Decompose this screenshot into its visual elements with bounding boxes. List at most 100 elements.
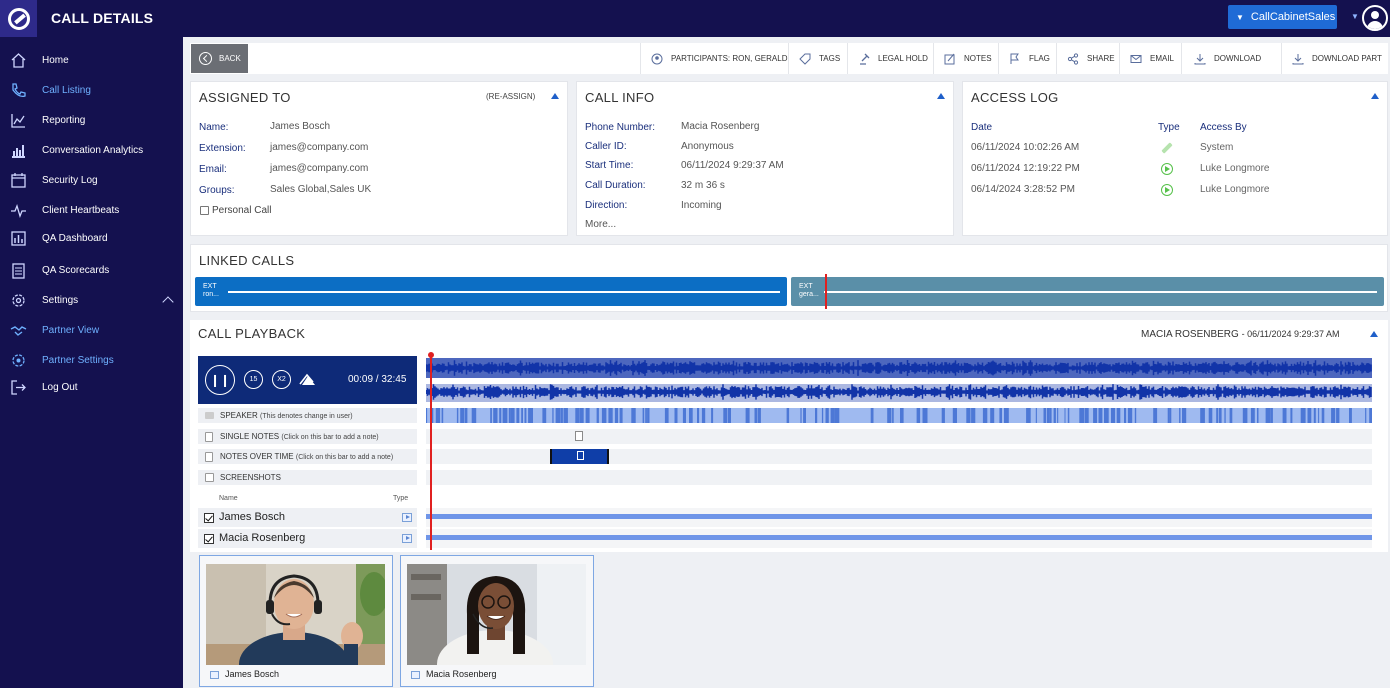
legal-hold-button[interactable]: LEGAL HOLD	[847, 43, 933, 74]
sidebar-item-call-listing[interactable]: Call Listing	[0, 79, 183, 101]
audio-type-icon[interactable]	[402, 534, 412, 543]
sidebar-item-reporting[interactable]: Reporting	[0, 109, 183, 131]
speaker-change-mark	[642, 408, 645, 423]
volume-icon[interactable]	[299, 372, 317, 386]
app-logo[interactable]	[0, 0, 37, 37]
participant-audio-lane[interactable]	[426, 529, 1372, 548]
participant-row[interactable]: Macia Rosenberg	[198, 529, 417, 548]
notes-over-time-lane[interactable]	[426, 449, 1372, 464]
flag-icon	[1010, 53, 1019, 64]
download-part-button[interactable]: DOWNLOAD PART	[1281, 43, 1388, 74]
screenshots-track-label: SCREENSHOTS	[198, 470, 417, 485]
speaker-change-mark	[456, 408, 459, 423]
speaker-change-mark	[579, 408, 584, 423]
sidebar-item-partner-settings[interactable]: Partner Settings	[0, 349, 183, 371]
speaker-change-mark	[542, 408, 547, 423]
playhead-marker[interactable]	[428, 352, 434, 550]
start-time: 06/11/2024 9:29:37 AM	[681, 160, 784, 171]
single-notes-label: SINGLE NOTES	[220, 432, 280, 441]
video-tile[interactable]: James Bosch	[199, 555, 393, 687]
sidebar-item-label: Partner View	[42, 324, 100, 336]
speaker-change-mark	[516, 408, 520, 423]
video-play-icon[interactable]	[210, 671, 219, 679]
speaker-change-mark	[1104, 408, 1109, 423]
reassign-link[interactable]: (RE-ASSIGN)	[486, 92, 535, 101]
speaker-change-mark	[508, 408, 511, 423]
user-avatar[interactable]	[1362, 5, 1388, 31]
video-play-icon[interactable]	[411, 671, 420, 679]
speaker-change-mark	[892, 408, 894, 423]
single-notes-lane[interactable]	[426, 429, 1372, 444]
email-button[interactable]: EMAIL	[1119, 43, 1181, 74]
speed-button[interactable]: X2	[272, 370, 291, 389]
pause-button[interactable]: ❙❙	[205, 365, 235, 395]
note-marker-icon[interactable]	[575, 431, 583, 441]
flag-button[interactable]: FLAG	[998, 43, 1056, 74]
rewind-15-button[interactable]: 15	[244, 370, 263, 389]
type-column-header[interactable]: Type	[1158, 122, 1180, 133]
sidebar-item-label: Partner Settings	[42, 354, 114, 366]
notes-over-time-hint: (Click on this bar to add a note)	[295, 454, 394, 461]
participant-audio-lane[interactable]	[426, 508, 1372, 527]
speaker-change-mark	[1318, 408, 1320, 423]
log-access-by: System	[1200, 142, 1234, 153]
collapse-icon[interactable]	[1371, 93, 1379, 99]
participant-checkbox[interactable]	[204, 513, 214, 523]
assigned-to-panel: ASSIGNED TO (RE-ASSIGN) Name: James Bosc…	[190, 81, 568, 236]
speaker-change-mark	[689, 408, 693, 423]
collapse-icon[interactable]	[551, 93, 559, 99]
legal-hold-label: LEGAL HOLD	[878, 54, 928, 63]
notes-button[interactable]: NOTES	[933, 43, 998, 74]
audio-type-icon[interactable]	[402, 513, 412, 522]
access-by-column-header[interactable]: Access By	[1200, 122, 1247, 133]
participant-video[interactable]	[206, 564, 385, 665]
sidebar-item-partner-view[interactable]: Partner View	[0, 319, 183, 341]
download-button[interactable]: DOWNLOAD	[1181, 43, 1281, 74]
speaker-change-mark	[1098, 408, 1103, 423]
note-icon	[577, 451, 584, 460]
speaker-change-mark	[727, 408, 731, 423]
linked-call-bar[interactable]: EXT gera...	[791, 277, 1384, 306]
personal-call-checkbox[interactable]	[200, 206, 209, 215]
sidebar-item-conversation-analytics[interactable]: Conversation Analytics	[0, 139, 183, 161]
groups-label: Groups:	[199, 185, 235, 196]
sidebar-item-qa-dashboard[interactable]: QA Dashboard	[0, 227, 183, 249]
participant-checkbox[interactable]	[204, 534, 214, 544]
screenshots-lane[interactable]	[426, 470, 1372, 485]
tags-label: TAGS	[819, 54, 841, 63]
sidebar-item-home[interactable]: Home	[0, 49, 183, 71]
account-selector-button[interactable]: ▼ CallCabinetSales	[1228, 5, 1337, 29]
sidebar-item-settings[interactable]: Settings	[0, 289, 183, 311]
date-column-header[interactable]: Date	[971, 122, 992, 133]
sidebar-item-security-log[interactable]: Security Log	[0, 169, 183, 191]
speaker-change-mark	[1124, 408, 1127, 423]
participant-row[interactable]: James Bosch	[198, 508, 417, 527]
video-tile[interactable]: Macia Rosenberg	[400, 555, 594, 687]
audio-waveform[interactable]	[426, 356, 1372, 404]
sidebar-item-log-out[interactable]: Log Out	[0, 376, 183, 398]
speaker-change-lane[interactable]	[426, 408, 1372, 423]
panel-title: LINKED CALLS	[199, 253, 295, 268]
caller-id: Anonymous	[681, 141, 734, 152]
home-icon	[11, 52, 26, 68]
linked-call-bar[interactable]: EXT ron...	[195, 277, 787, 306]
participants-button[interactable]: PARTICIPANTS: RON, GERALD	[640, 43, 788, 74]
download-part-label: DOWNLOAD PART	[1312, 54, 1382, 63]
sidebar-item-client-heartbeats[interactable]: Client Heartbeats	[0, 199, 183, 221]
gavel-icon	[860, 53, 870, 65]
speaker-hint: (This denotes change in user)	[260, 413, 353, 420]
sidebar-item-qa-scorecards[interactable]: QA Scorecards	[0, 259, 183, 281]
chevron-up-icon[interactable]	[162, 296, 174, 308]
collapse-icon[interactable]	[1370, 331, 1378, 337]
share-button[interactable]: SHARE	[1056, 43, 1119, 74]
speaker-change-mark	[1116, 408, 1121, 423]
chevron-down-icon[interactable]: ▼	[1351, 12, 1359, 21]
more-link[interactable]: More...	[585, 219, 616, 230]
back-button[interactable]: BACK	[191, 44, 248, 73]
collapse-icon[interactable]	[937, 93, 945, 99]
speaker-change-mark	[471, 408, 477, 423]
participant-video[interactable]	[407, 564, 586, 665]
tags-button[interactable]: TAGS	[788, 43, 847, 74]
note-range-marker[interactable]	[550, 449, 609, 464]
speaker-change-mark	[916, 408, 921, 423]
